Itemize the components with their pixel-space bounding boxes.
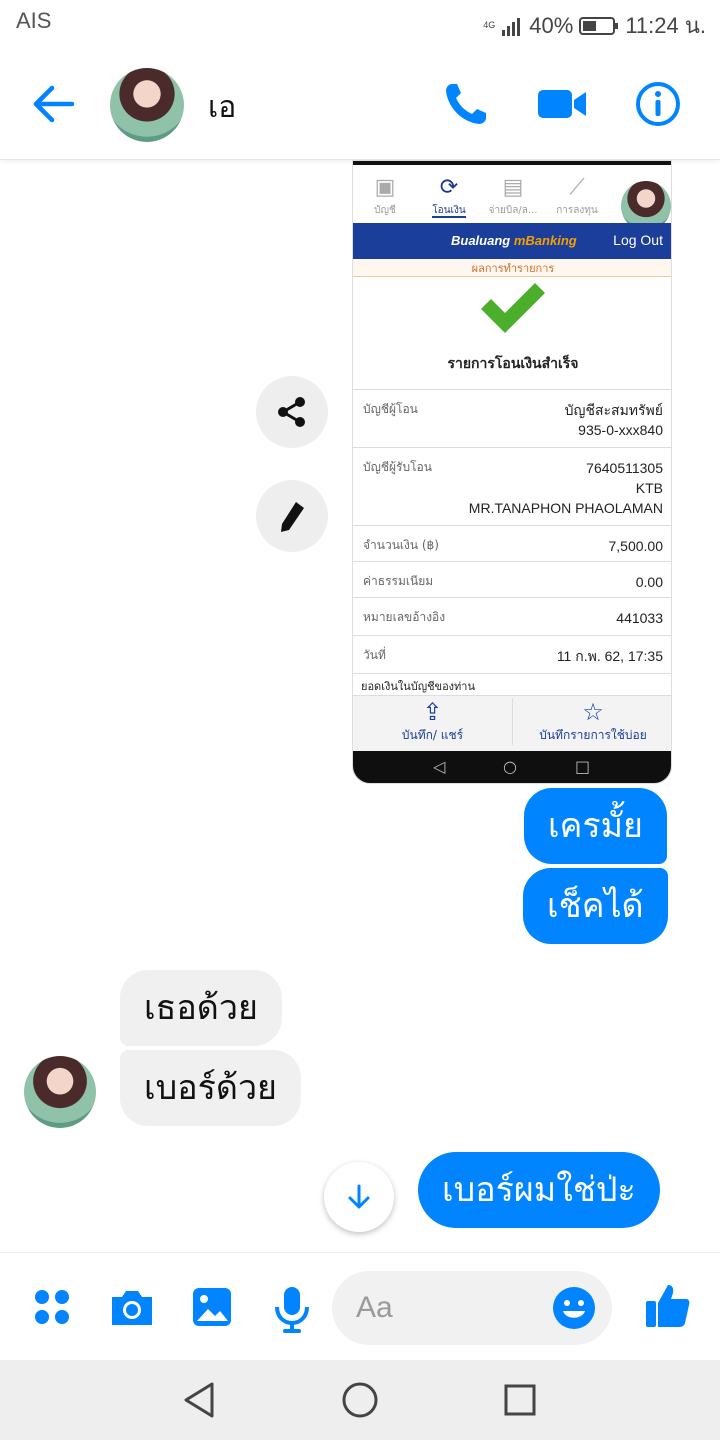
video-call-button[interactable] bbox=[536, 78, 588, 130]
bank-action-save-share: ⇪ บันทึก/ แชร์ bbox=[353, 698, 513, 745]
message-bubble-outgoing[interactable]: เช็คได้ bbox=[523, 868, 668, 944]
clock: 11:24 น. bbox=[625, 13, 706, 38]
like-button[interactable] bbox=[644, 1281, 690, 1327]
share-upload-icon: ⇪ bbox=[422, 698, 443, 726]
nav-recents-button[interactable] bbox=[500, 1380, 540, 1420]
gallery-button[interactable] bbox=[190, 1285, 234, 1329]
status-bar: AIS 4G 40% 11:24 น. bbox=[0, 0, 720, 48]
transfer-success-title: รายการโอนเงินสำเร็จ bbox=[447, 356, 579, 372]
bank-logout: Log Out bbox=[613, 232, 663, 248]
transfer-details-table: บัญชีผู้โอน บัญชีสะสมทรัพย์ 935-0-xxx840… bbox=[353, 389, 671, 674]
bank-tab-bills: ▤ จ่ายบิล/ล... bbox=[483, 175, 543, 218]
arrow-down-icon bbox=[348, 1184, 370, 1209]
carrier-name: AIS bbox=[16, 8, 52, 33]
bank-actions: ⇪ บันทึก/ แชร์ ☆ บันทึกรายการใช้บ่อย bbox=[353, 695, 671, 751]
message-input[interactable] bbox=[356, 1285, 556, 1331]
bank-banner: Bualuang mBanking Log Out bbox=[353, 223, 671, 259]
share-icon bbox=[278, 397, 305, 427]
camera-icon bbox=[112, 1291, 152, 1325]
emoji-icon bbox=[553, 1287, 595, 1329]
nav-recents-icon bbox=[504, 1384, 536, 1416]
bank-tab-invest: ⟋ การลงทุน bbox=[547, 175, 607, 218]
star-icon: ☆ bbox=[582, 698, 604, 726]
detail-row-sender: บัญชีผู้โอน บัญชีสะสมทรัพย์ 935-0-xxx840 bbox=[353, 390, 671, 448]
info-icon bbox=[636, 82, 680, 126]
network-type: 4G bbox=[483, 20, 496, 30]
video-camera-icon bbox=[538, 90, 586, 118]
gallery-icon bbox=[193, 1288, 231, 1326]
detail-row-reference: หมายเลขอ้างอิง 441033 bbox=[353, 598, 671, 636]
conversation-header: เอ bbox=[0, 48, 720, 160]
battery-percent: 40% bbox=[529, 12, 574, 38]
pencil-icon bbox=[281, 502, 304, 532]
transfer-icon: ⟳ bbox=[439, 175, 459, 200]
bank-brand: Bualuang mBanking bbox=[451, 233, 577, 248]
battery-icon bbox=[579, 16, 619, 35]
bill-icon: ▤ bbox=[502, 175, 524, 200]
checkmark-icon bbox=[477, 279, 549, 337]
edit-image-button[interactable] bbox=[256, 480, 328, 552]
screenshot-nav-bar: ◁ ○ □ bbox=[353, 751, 671, 783]
detail-row-recipient: บัญชีผู้รับโอน 7640511305 KTB MR.TANAPHO… bbox=[353, 448, 671, 526]
voice-clip-button[interactable] bbox=[270, 1285, 314, 1333]
share-image-button[interactable] bbox=[256, 376, 328, 448]
balance-label: ยอดเงินในบัญชีของท่าน bbox=[361, 680, 476, 693]
nav-home-button[interactable] bbox=[340, 1380, 380, 1420]
system-navigation-bar bbox=[0, 1360, 720, 1440]
screenshot-top-bar bbox=[353, 161, 671, 165]
signal-icon bbox=[502, 17, 521, 36]
thumbs-up-icon bbox=[646, 1285, 690, 1327]
scroll-to-bottom-button[interactable] bbox=[324, 1162, 394, 1232]
detail-row-fee: ค่าธรรมเนียม 0.00 bbox=[353, 562, 671, 598]
message-input-container bbox=[332, 1271, 612, 1345]
camera-button[interactable] bbox=[108, 1285, 152, 1329]
contact-avatar[interactable] bbox=[110, 68, 184, 142]
phone-icon bbox=[446, 84, 486, 124]
nav-back-button[interactable] bbox=[180, 1380, 220, 1420]
microphone-icon bbox=[275, 1287, 309, 1333]
shared-screenshot-image[interactable]: ▣ บัญชี ⟳ โอนเงิน ▤ จ่ายบิล/ล... ⟋ การลง… bbox=[352, 160, 672, 784]
detail-row-date: วันที่ 11 ก.พ. 62, 17:35 bbox=[353, 636, 671, 674]
nav-home-icon bbox=[342, 1382, 378, 1418]
nav-back-icon bbox=[184, 1382, 214, 1418]
back-button[interactable] bbox=[28, 78, 80, 130]
detail-row-amount: จำนวนเงิน (฿) 7,500.00 bbox=[353, 526, 671, 562]
screenshot-recent-icon: □ bbox=[575, 757, 591, 776]
message-bubble-outgoing[interactable]: เครมั้ย bbox=[524, 788, 667, 864]
message-bubble-incoming[interactable]: เบอร์ด้วย bbox=[120, 1050, 301, 1126]
conversation-info-button[interactable] bbox=[632, 78, 684, 130]
bank-action-favorite: ☆ บันทึกรายการใช้บ่อย bbox=[513, 698, 671, 745]
bank-tab-account: ▣ บัญชี bbox=[355, 175, 415, 218]
message-bubble-outgoing[interactable]: เบอร์ผมใช่ป่ะ bbox=[418, 1152, 660, 1228]
apps-button[interactable] bbox=[30, 1285, 74, 1329]
bank-tab-transfer: ⟳ โอนเงิน bbox=[419, 175, 479, 218]
result-label: ผลการทำรายการ bbox=[353, 259, 671, 277]
bank-app-tabs: ▣ บัญชี ⟳ โอนเงิน ▤ จ่ายบิล/ล... ⟋ การลง… bbox=[353, 169, 671, 231]
emoji-button[interactable] bbox=[552, 1286, 596, 1330]
status-indicators: 4G 40% 11:24 น. bbox=[483, 8, 706, 43]
screenshot-back-icon: ◁ bbox=[433, 757, 446, 776]
voice-call-button[interactable] bbox=[440, 78, 492, 130]
message-composer bbox=[0, 1252, 720, 1360]
screenshot-home-icon: ○ bbox=[503, 757, 517, 776]
apps-icon bbox=[35, 1290, 69, 1324]
contact-name[interactable]: เอ bbox=[208, 84, 236, 131]
message-bubble-incoming[interactable]: เธอด้วย bbox=[120, 970, 282, 1046]
chart-icon: ⟋ bbox=[569, 175, 585, 200]
sender-avatar[interactable] bbox=[24, 1056, 96, 1128]
account-icon: ▣ bbox=[374, 175, 396, 200]
back-arrow-icon bbox=[33, 85, 75, 123]
